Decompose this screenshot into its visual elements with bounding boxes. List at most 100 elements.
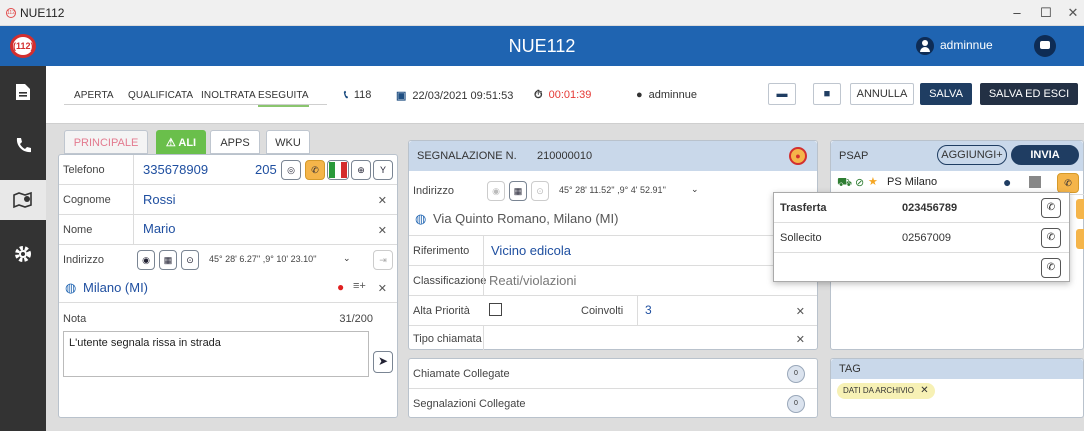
telefono-row: Telefono 335678909 205 ◎ ✆ ⊕ Y [59, 155, 397, 185]
chevron-down-icon[interactable]: ⌄ [691, 184, 699, 195]
step-inoltrata[interactable]: INOLTRATA [201, 90, 256, 101]
map-icon[interactable] [0, 180, 46, 220]
call-button[interactable]: ✆ [305, 160, 325, 180]
tab-apps[interactable]: APPS [210, 130, 260, 154]
chiamate-count[interactable]: 0 [787, 365, 805, 383]
riferimento-value[interactable]: Vicino edicola [491, 243, 571, 258]
clear-icon[interactable]: ✕ [378, 224, 387, 237]
phone-icon: 📞︎ [344, 89, 348, 101]
coinvolti-value[interactable]: 3 [645, 303, 652, 317]
tab-wku[interactable]: WKU [266, 130, 310, 154]
document-icon[interactable] [0, 72, 46, 112]
popup-call-button[interactable]: ✆ [1041, 228, 1061, 248]
minimize-button[interactable]: – [1002, 3, 1032, 23]
chat-icon[interactable] [1034, 35, 1056, 57]
popup-call-button[interactable]: ✆ [1041, 198, 1061, 218]
save-exit-button[interactable]: SALVA ED ESCI [980, 83, 1078, 105]
globe-icon: ◍ [415, 211, 427, 226]
save-button[interactable]: SALVA [920, 83, 972, 105]
export-button[interactable]: ⇥ [373, 250, 393, 270]
save-disk-button[interactable]: ■ [813, 83, 841, 105]
center-map-button[interactable]: ▦ [509, 181, 527, 201]
sidebar [0, 66, 46, 431]
clear-icon[interactable]: ✕ [378, 194, 387, 207]
calendar-icon: ▣ [396, 90, 407, 102]
send-psap-button[interactable]: INVIA [1011, 145, 1079, 165]
pin-button[interactable]: ⊙ [181, 250, 199, 270]
nota-textarea[interactable]: L'utente segnala rissa in strada [63, 331, 369, 377]
app-icon: 112 [6, 8, 16, 18]
clear-icon[interactable]: ✕ [796, 333, 805, 346]
stop-icon[interactable] [1029, 176, 1041, 188]
popup-row: Sollecito 02567009 ✆ [774, 223, 1069, 253]
alta-priorita-label: Alta Priorità [413, 305, 470, 317]
print-button[interactable]: ▬ [768, 83, 796, 105]
center-pin-button[interactable]: ⊙ [531, 181, 549, 201]
city-value: Milano (MI) [83, 280, 149, 295]
segnalazione-number: 210000010 [537, 150, 593, 162]
riferimento-row: Riferimento Vicino edicola [409, 236, 817, 266]
cognome-label: Cognome [63, 194, 111, 206]
tab-ali[interactable]: ⚠ ALI [156, 130, 206, 154]
nota-label: Nota [63, 313, 87, 325]
maximize-button[interactable]: ☐ [1031, 3, 1061, 23]
clear-icon[interactable]: ✕ [378, 282, 387, 295]
city-row: ◍ Milano (MI) ● ≡+ ✕ [59, 275, 397, 303]
add-psap-button[interactable]: AGGIUNGI+ [937, 145, 1007, 165]
gps-icon: ◉ [492, 186, 500, 196]
tab-principale[interactable]: PRINCIPALE [64, 130, 148, 154]
toolbar-timer: ⏱︎ 00:01:39 [534, 89, 592, 101]
nota-counter: 31/200 [339, 313, 373, 325]
side-call-tab[interactable] [1076, 199, 1084, 219]
step-eseguita[interactable]: ESEGUITA [258, 90, 309, 107]
tag-chip[interactable]: DATI DA ARCHIVIO ✕ [837, 383, 935, 399]
send-note-button[interactable]: ➤ [373, 351, 393, 373]
fork-button[interactable]: Y [373, 160, 393, 180]
classificazione-value[interactable]: Reati/violazioni [489, 273, 576, 288]
popup-label: Trasferta [780, 202, 827, 214]
gear-icon[interactable] [0, 234, 46, 274]
globe-icon: ◍ [65, 280, 77, 295]
tag-header: TAG [831, 359, 1083, 379]
cancel-button[interactable]: ANNULLA [850, 83, 914, 105]
locate-button[interactable]: ◎ [281, 160, 301, 180]
check-icon: ⊘ [855, 177, 865, 189]
map-icon: ▦ [513, 186, 523, 196]
step-aperta[interactable]: APERTA [74, 90, 114, 101]
add-list-icon[interactable]: ≡+ [353, 280, 366, 292]
side-call-tab[interactable] [1076, 229, 1084, 249]
gps-button[interactable]: ◉ [137, 250, 155, 270]
ambulance-icon: ⛟ [837, 175, 853, 189]
clear-icon[interactable]: ✕ [796, 305, 805, 318]
classificazione-label: Classificazione [413, 275, 487, 287]
cognome-value[interactable]: Rossi [143, 192, 176, 207]
telefono-value[interactable]: 335678909 [143, 162, 208, 177]
segnalazione-label: SEGNALAZIONE N. [417, 150, 517, 162]
toolbar-user: ● adminnue [636, 89, 697, 101]
pin-icon: ⊙ [536, 186, 544, 196]
priority-row: Alta Priorità Coinvolti 3 ✕ [409, 296, 817, 326]
window-title: NUE112 [20, 6, 65, 20]
segnalazioni-row: Segnalazioni Collegate 0 [409, 389, 817, 419]
location-pin-icon[interactable]: ● [789, 147, 807, 165]
step-qualificata[interactable]: QUALIFICATA [128, 90, 193, 101]
center-gps-button[interactable]: ◉ [487, 181, 505, 201]
user-menu[interactable]: adminnue [916, 37, 993, 55]
tipo-chiamata-label: Tipo chiamata [413, 333, 482, 345]
globe-button[interactable]: ⊕ [351, 160, 371, 180]
italy-flag[interactable] [327, 160, 349, 180]
alta-priorita-checkbox[interactable] [489, 303, 502, 316]
segnalazioni-count[interactable]: 0 [787, 395, 805, 413]
close-button[interactable]: ✕ [1058, 3, 1084, 23]
phone-icon[interactable] [0, 126, 46, 166]
map-button[interactable]: ▦ [159, 250, 177, 270]
popup-call-button[interactable]: ✆ [1041, 258, 1061, 278]
psap-call-button[interactable]: ✆ [1057, 173, 1079, 193]
printer-icon: ▬ [776, 88, 788, 100]
toolbar-date: ▣ 22/03/2021 09:51:53 [396, 90, 514, 102]
nome-value[interactable]: Mario [143, 221, 176, 236]
export-icon: ⇥ [379, 255, 387, 265]
chevron-down-icon[interactable]: ⌄ [343, 253, 351, 264]
center-coords: 45° 28' 11.52'' ,9° 4' 52.91'' [559, 185, 666, 195]
remove-icon[interactable]: ✕ [920, 385, 928, 396]
